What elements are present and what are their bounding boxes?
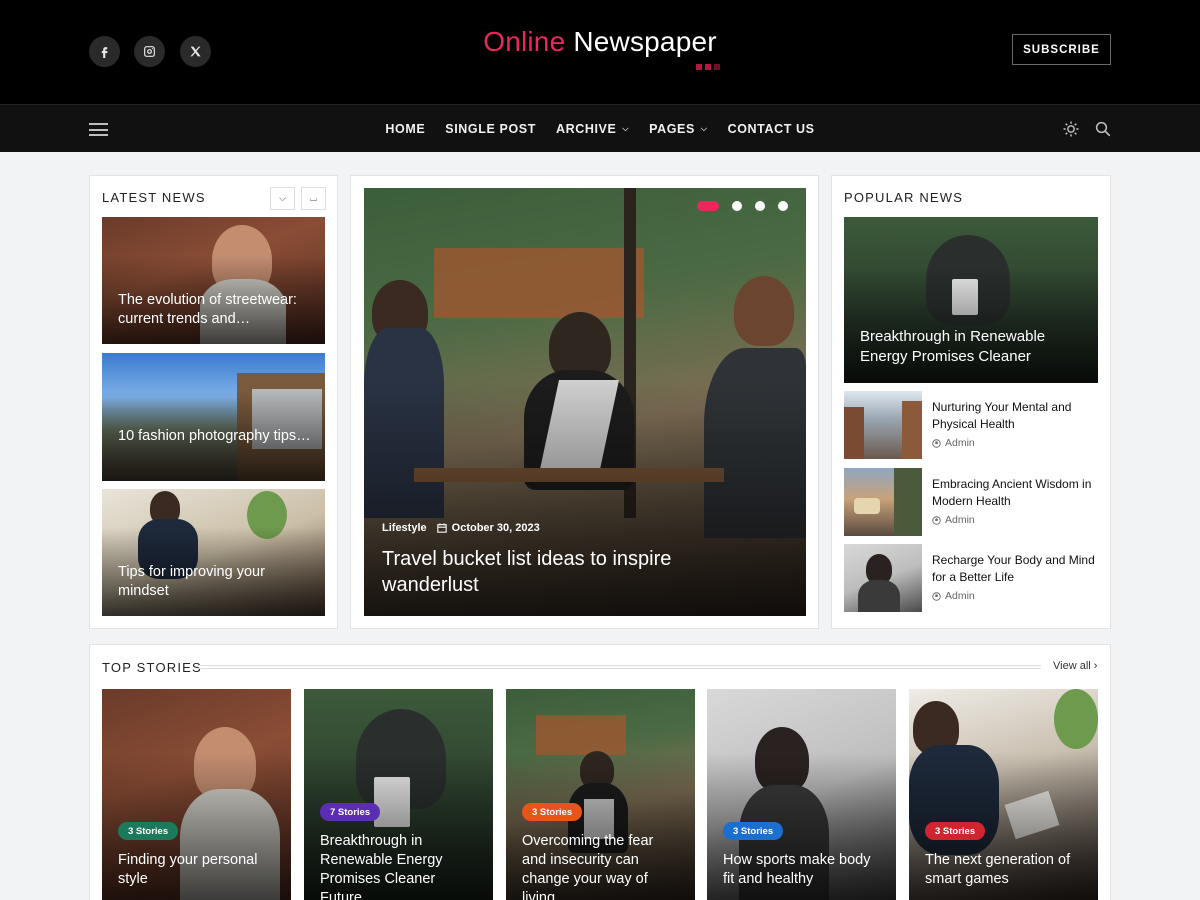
chevron-down-icon: ⌵ xyxy=(279,193,286,203)
logo-dots xyxy=(696,64,720,70)
section-divider xyxy=(197,665,1041,669)
nav-pages[interactable]: PAGES ⌵ xyxy=(639,122,718,136)
theme-toggle-icon[interactable] xyxy=(1062,120,1080,138)
popular-item-author[interactable]: Admin xyxy=(945,514,975,526)
main-nav: HOME SINGLE POST ARCHIVE ⌵ PAGES ⌵ CONTACT… xyxy=(0,104,1200,152)
slider-dot-4[interactable] xyxy=(778,201,788,211)
popular-list-item: Embracing Ancient Wisdom in Modern Healt… xyxy=(844,468,1104,536)
chevron-down-icon: ⌵ xyxy=(622,124,630,133)
nav-single-post[interactable]: SINGLE POST xyxy=(435,122,546,136)
story-title: Breakthrough in Renewable Energy Promise… xyxy=(320,833,443,900)
slider-dot-2[interactable] xyxy=(732,201,742,211)
calendar-icon xyxy=(436,523,447,533)
scroll-up-button[interactable]: ⌴ xyxy=(301,187,326,210)
author-meta: Admin xyxy=(932,437,975,449)
popular-list-item: Nurturing Your Mental and Physical Healt… xyxy=(844,391,1104,459)
stories-count-badge[interactable]: 3 Stories xyxy=(522,803,583,821)
user-icon xyxy=(932,438,941,448)
site-header: Online Newspaper SUBSCRIBE xyxy=(0,0,1200,104)
popular-hero-image[interactable]: Breakthrough in Renewable Energy Promise… xyxy=(844,217,1098,383)
user-icon xyxy=(932,591,941,601)
author-meta: Admin xyxy=(932,514,975,526)
story-title: Finding your personal style xyxy=(118,852,258,888)
popular-thumb[interactable] xyxy=(844,391,922,459)
story-card[interactable]: 3 Stories Overcoming the fear and insecu… xyxy=(506,689,695,900)
latest-news-item[interactable]: The evolution of streetwear: current tre… xyxy=(102,217,325,344)
featured-slide-image[interactable]: Travel bucket list ideas to inspire wand… xyxy=(364,188,806,616)
latest-news-caption: The evolution of streetwear: current tre… xyxy=(118,292,297,328)
slider-dots xyxy=(697,201,788,211)
popular-thumb[interactable] xyxy=(844,468,922,536)
featured-meta: Lifestyle October 30, 2023 xyxy=(382,522,540,534)
story-card[interactable]: 3 Stories How sports make body fit and h… xyxy=(707,689,896,900)
popular-hero-title: Breakthrough in Renewable Energy Promise… xyxy=(860,328,1046,365)
story-card[interactable]: 3 Stories Finding your personal style xyxy=(102,689,291,900)
author-meta: Admin xyxy=(932,590,975,602)
logo-part-2: Newspaper xyxy=(573,26,717,57)
slider-dot-3[interactable] xyxy=(755,201,765,211)
latest-news-caption: Tips for improving your mindset xyxy=(118,564,265,600)
nav-archive[interactable]: ARCHIVE ⌵ xyxy=(546,122,639,136)
popular-list-item: Recharge Your Body and Mind for a Better… xyxy=(844,544,1104,612)
latest-news-item[interactable]: 10 fashion photography tips… xyxy=(102,353,325,481)
nav-contact[interactable]: CONTACT US xyxy=(718,122,825,136)
story-title: How sports make body fit and healthy xyxy=(723,852,871,888)
popular-thumb[interactable] xyxy=(844,544,922,612)
story-card[interactable]: 7 Stories Breakthrough in Renewable Ener… xyxy=(304,689,493,900)
popular-item-title[interactable]: Embracing Ancient Wisdom in Modern Healt… xyxy=(932,476,1102,509)
story-title: The next generation of smart games xyxy=(925,852,1071,888)
chevron-down-icon: ⌵ xyxy=(700,124,708,133)
featured-category[interactable]: Lifestyle xyxy=(382,522,427,534)
logo-part-1: Online xyxy=(483,26,566,57)
featured-title[interactable]: Travel bucket list ideas to inspire wand… xyxy=(382,546,712,598)
user-icon xyxy=(932,515,941,525)
story-card[interactable]: 3 Stories The next generation of smart g… xyxy=(909,689,1098,900)
chevron-up-icon: ⌴ xyxy=(309,193,318,203)
slider-dot-1[interactable] xyxy=(697,201,719,211)
latest-news-title: LATEST NEWS xyxy=(102,190,206,205)
stories-count-badge[interactable]: 3 Stories xyxy=(925,822,986,840)
popular-item-author[interactable]: Admin xyxy=(945,437,975,449)
chevron-right-icon: › xyxy=(1093,660,1098,672)
popular-item-title[interactable]: Recharge Your Body and Mind for a Better… xyxy=(932,552,1102,585)
story-title: Overcoming the fear and insecurity can c… xyxy=(522,833,654,900)
subscribe-button[interactable]: SUBSCRIBE xyxy=(1012,34,1111,65)
popular-news-title: POPULAR NEWS xyxy=(844,190,964,205)
stories-count-badge[interactable]: 3 Stories xyxy=(118,822,179,840)
featured-date: October 30, 2023 xyxy=(451,522,540,534)
stories-count-badge[interactable]: 3 Stories xyxy=(723,822,784,840)
nav-home[interactable]: HOME xyxy=(375,122,435,136)
view-all-link[interactable]: View all › xyxy=(1053,660,1097,672)
popular-item-author[interactable]: Admin xyxy=(945,590,975,602)
top-stories-title: TOP STORIES xyxy=(102,660,202,675)
latest-news-caption: 10 fashion photography tips… xyxy=(118,428,311,444)
search-icon[interactable] xyxy=(1094,120,1112,138)
latest-news-item[interactable]: Tips for improving your mindset xyxy=(102,489,325,616)
popular-item-title[interactable]: Nurturing Your Mental and Physical Healt… xyxy=(932,399,1102,432)
scroll-down-button[interactable]: ⌵ xyxy=(270,187,295,210)
stories-count-badge[interactable]: 7 Stories xyxy=(320,803,381,821)
